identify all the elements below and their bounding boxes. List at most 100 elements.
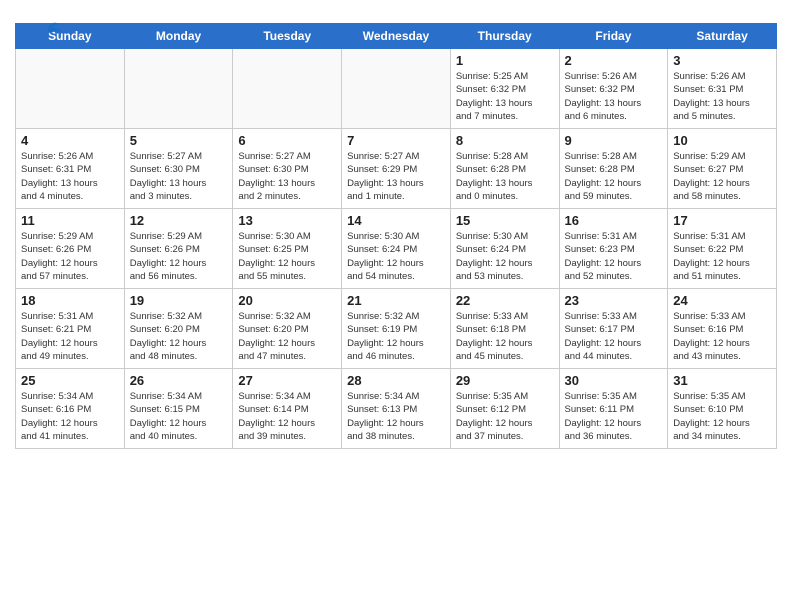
day-number: 26	[130, 373, 228, 388]
day-info: Sunrise: 5:27 AM Sunset: 6:30 PM Dayligh…	[130, 150, 228, 203]
col-header-monday: Monday	[124, 24, 233, 49]
calendar-week-3: 11 Sunrise: 5:29 AM Sunset: 6:26 PM Dayli…	[16, 209, 777, 289]
calendar-cell: 1 Sunrise: 5:25 AM Sunset: 6:32 PM Daylig…	[450, 49, 559, 129]
day-number: 22	[456, 293, 554, 308]
day-number: 13	[238, 213, 336, 228]
col-header-saturday: Saturday	[668, 24, 777, 49]
calendar-week-4: 18 Sunrise: 5:31 AM Sunset: 6:21 PM Dayli…	[16, 289, 777, 369]
day-info: Sunrise: 5:30 AM Sunset: 6:24 PM Dayligh…	[456, 230, 554, 283]
day-info: Sunrise: 5:34 AM Sunset: 6:16 PM Dayligh…	[21, 390, 119, 443]
day-number: 14	[347, 213, 445, 228]
calendar-cell: 28Sunrise: 5:34 AM Sunset: 6:13 PM Dayli…	[342, 369, 451, 449]
day-info: Sunrise: 5:31 AM Sunset: 6:22 PM Dayligh…	[673, 230, 771, 283]
day-number: 2	[565, 53, 663, 68]
calendar-cell: 23 Sunrise: 5:33 AM Sunset: 6:17 PM Dayli…	[559, 289, 668, 369]
day-number: 12	[130, 213, 228, 228]
day-number: 25	[21, 373, 119, 388]
day-number: 29	[456, 373, 554, 388]
day-info: Sunrise: 5:30 AM Sunset: 6:25 PM Dayligh…	[238, 230, 336, 283]
calendar-cell: 11 Sunrise: 5:29 AM Sunset: 6:26 PM Dayli…	[16, 209, 125, 289]
day-info: Sunrise: 5:35 AM Sunset: 6:10 PM Dayligh…	[673, 390, 771, 443]
day-info: Sunrise: 5:29 AM Sunset: 6:26 PM Dayligh…	[130, 230, 228, 283]
calendar-cell: 12 Sunrise: 5:29 AM Sunset: 6:26 PM Dayli…	[124, 209, 233, 289]
calendar-cell: 29 Sunrise: 5:35 AM Sunset: 6:12 PM Dayli…	[450, 369, 559, 449]
calendar-week-2: 4 Sunrise: 5:26 AM Sunset: 6:31 PM Daylig…	[16, 129, 777, 209]
calendar-cell	[342, 49, 451, 129]
calendar-cell: 8Sunrise: 5:28 AM Sunset: 6:28 PM Daylig…	[450, 129, 559, 209]
day-number: 18	[21, 293, 119, 308]
col-header-sunday: Sunday	[16, 24, 125, 49]
calendar-cell: 16 Sunrise: 5:31 AM Sunset: 6:23 PM Dayli…	[559, 209, 668, 289]
day-info: Sunrise: 5:27 AM Sunset: 6:30 PM Dayligh…	[238, 150, 336, 203]
day-number: 7	[347, 133, 445, 148]
day-info: Sunrise: 5:33 AM Sunset: 6:16 PM Dayligh…	[673, 310, 771, 363]
day-info: Sunrise: 5:32 AM Sunset: 6:20 PM Dayligh…	[130, 310, 228, 363]
day-info: Sunrise: 5:26 AM Sunset: 6:31 PM Dayligh…	[21, 150, 119, 203]
calendar-cell: 19 Sunrise: 5:32 AM Sunset: 6:20 PM Dayli…	[124, 289, 233, 369]
day-info: Sunrise: 5:32 AM Sunset: 6:20 PM Dayligh…	[238, 310, 336, 363]
day-number: 30	[565, 373, 663, 388]
day-number: 1	[456, 53, 554, 68]
calendar-cell: 9Sunrise: 5:28 AM Sunset: 6:28 PM Daylig…	[559, 129, 668, 209]
day-info: Sunrise: 5:27 AM Sunset: 6:29 PM Dayligh…	[347, 150, 445, 203]
day-info: Sunrise: 5:35 AM Sunset: 6:12 PM Dayligh…	[456, 390, 554, 443]
day-number: 31	[673, 373, 771, 388]
day-number: 17	[673, 213, 771, 228]
day-number: 24	[673, 293, 771, 308]
col-header-tuesday: Tuesday	[233, 24, 342, 49]
calendar-table: SundayMondayTuesdayWednesdayThursdayFrid…	[15, 23, 777, 449]
calendar-cell: 14 Sunrise: 5:30 AM Sunset: 6:24 PM Dayli…	[342, 209, 451, 289]
logo	[33, 24, 64, 48]
day-info: Sunrise: 5:26 AM Sunset: 6:32 PM Dayligh…	[565, 70, 663, 123]
calendar-cell: 24 Sunrise: 5:33 AM Sunset: 6:16 PM Dayli…	[668, 289, 777, 369]
day-info: Sunrise: 5:34 AM Sunset: 6:13 PM Dayligh…	[347, 390, 445, 443]
day-number: 11	[21, 213, 119, 228]
day-info: Sunrise: 5:29 AM Sunset: 6:27 PM Dayligh…	[673, 150, 771, 203]
day-number: 19	[130, 293, 228, 308]
calendar-cell: 17 Sunrise: 5:31 AM Sunset: 6:22 PM Dayli…	[668, 209, 777, 289]
day-info: Sunrise: 5:30 AM Sunset: 6:24 PM Dayligh…	[347, 230, 445, 283]
day-info: Sunrise: 5:25 AM Sunset: 6:32 PM Dayligh…	[456, 70, 554, 123]
day-info: Sunrise: 5:28 AM Sunset: 6:28 PM Dayligh…	[456, 150, 554, 203]
day-number: 3	[673, 53, 771, 68]
calendar-cell: 18 Sunrise: 5:31 AM Sunset: 6:21 PM Dayli…	[16, 289, 125, 369]
col-header-friday: Friday	[559, 24, 668, 49]
day-info: Sunrise: 5:32 AM Sunset: 6:19 PM Dayligh…	[347, 310, 445, 363]
day-info: Sunrise: 5:33 AM Sunset: 6:17 PM Dayligh…	[565, 310, 663, 363]
header-section	[15, 10, 777, 23]
day-number: 23	[565, 293, 663, 308]
day-number: 16	[565, 213, 663, 228]
calendar-cell: 21 Sunrise: 5:32 AM Sunset: 6:19 PM Dayli…	[342, 289, 451, 369]
logo-bird-icon	[36, 20, 64, 48]
calendar-cell: 6Sunrise: 5:27 AM Sunset: 6:30 PM Daylig…	[233, 129, 342, 209]
calendar-cell: 27Sunrise: 5:34 AM Sunset: 6:14 PM Dayli…	[233, 369, 342, 449]
calendar-cell: 7 Sunrise: 5:27 AM Sunset: 6:29 PM Daylig…	[342, 129, 451, 209]
day-number: 10	[673, 133, 771, 148]
day-info: Sunrise: 5:34 AM Sunset: 6:15 PM Dayligh…	[130, 390, 228, 443]
day-number: 5	[130, 133, 228, 148]
calendar-cell: 4 Sunrise: 5:26 AM Sunset: 6:31 PM Daylig…	[16, 129, 125, 209]
calendar-cell: 26 Sunrise: 5:34 AM Sunset: 6:15 PM Dayli…	[124, 369, 233, 449]
col-header-thursday: Thursday	[450, 24, 559, 49]
calendar-cell	[233, 49, 342, 129]
calendar-cell: 3 Sunrise: 5:26 AM Sunset: 6:31 PM Daylig…	[668, 49, 777, 129]
calendar-cell: 5 Sunrise: 5:27 AM Sunset: 6:30 PM Daylig…	[124, 129, 233, 209]
day-info: Sunrise: 5:28 AM Sunset: 6:28 PM Dayligh…	[565, 150, 663, 203]
day-number: 4	[21, 133, 119, 148]
day-number: 15	[456, 213, 554, 228]
day-info: Sunrise: 5:31 AM Sunset: 6:21 PM Dayligh…	[21, 310, 119, 363]
day-info: Sunrise: 5:26 AM Sunset: 6:31 PM Dayligh…	[673, 70, 771, 123]
calendar-cell: 13 Sunrise: 5:30 AM Sunset: 6:25 PM Dayli…	[233, 209, 342, 289]
day-info: Sunrise: 5:34 AM Sunset: 6:14 PM Dayligh…	[238, 390, 336, 443]
day-number: 20	[238, 293, 336, 308]
day-info: Sunrise: 5:31 AM Sunset: 6:23 PM Dayligh…	[565, 230, 663, 283]
calendar-cell: 10 Sunrise: 5:29 AM Sunset: 6:27 PM Dayli…	[668, 129, 777, 209]
day-number: 21	[347, 293, 445, 308]
calendar-cell	[124, 49, 233, 129]
calendar-cell	[16, 49, 125, 129]
calendar-cell: 22Sunrise: 5:33 AM Sunset: 6:18 PM Dayli…	[450, 289, 559, 369]
calendar-cell: 20 Sunrise: 5:32 AM Sunset: 6:20 PM Dayli…	[233, 289, 342, 369]
calendar-cell: 15 Sunrise: 5:30 AM Sunset: 6:24 PM Dayli…	[450, 209, 559, 289]
day-info: Sunrise: 5:29 AM Sunset: 6:26 PM Dayligh…	[21, 230, 119, 283]
calendar-week-5: 25 Sunrise: 5:34 AM Sunset: 6:16 PM Dayli…	[16, 369, 777, 449]
